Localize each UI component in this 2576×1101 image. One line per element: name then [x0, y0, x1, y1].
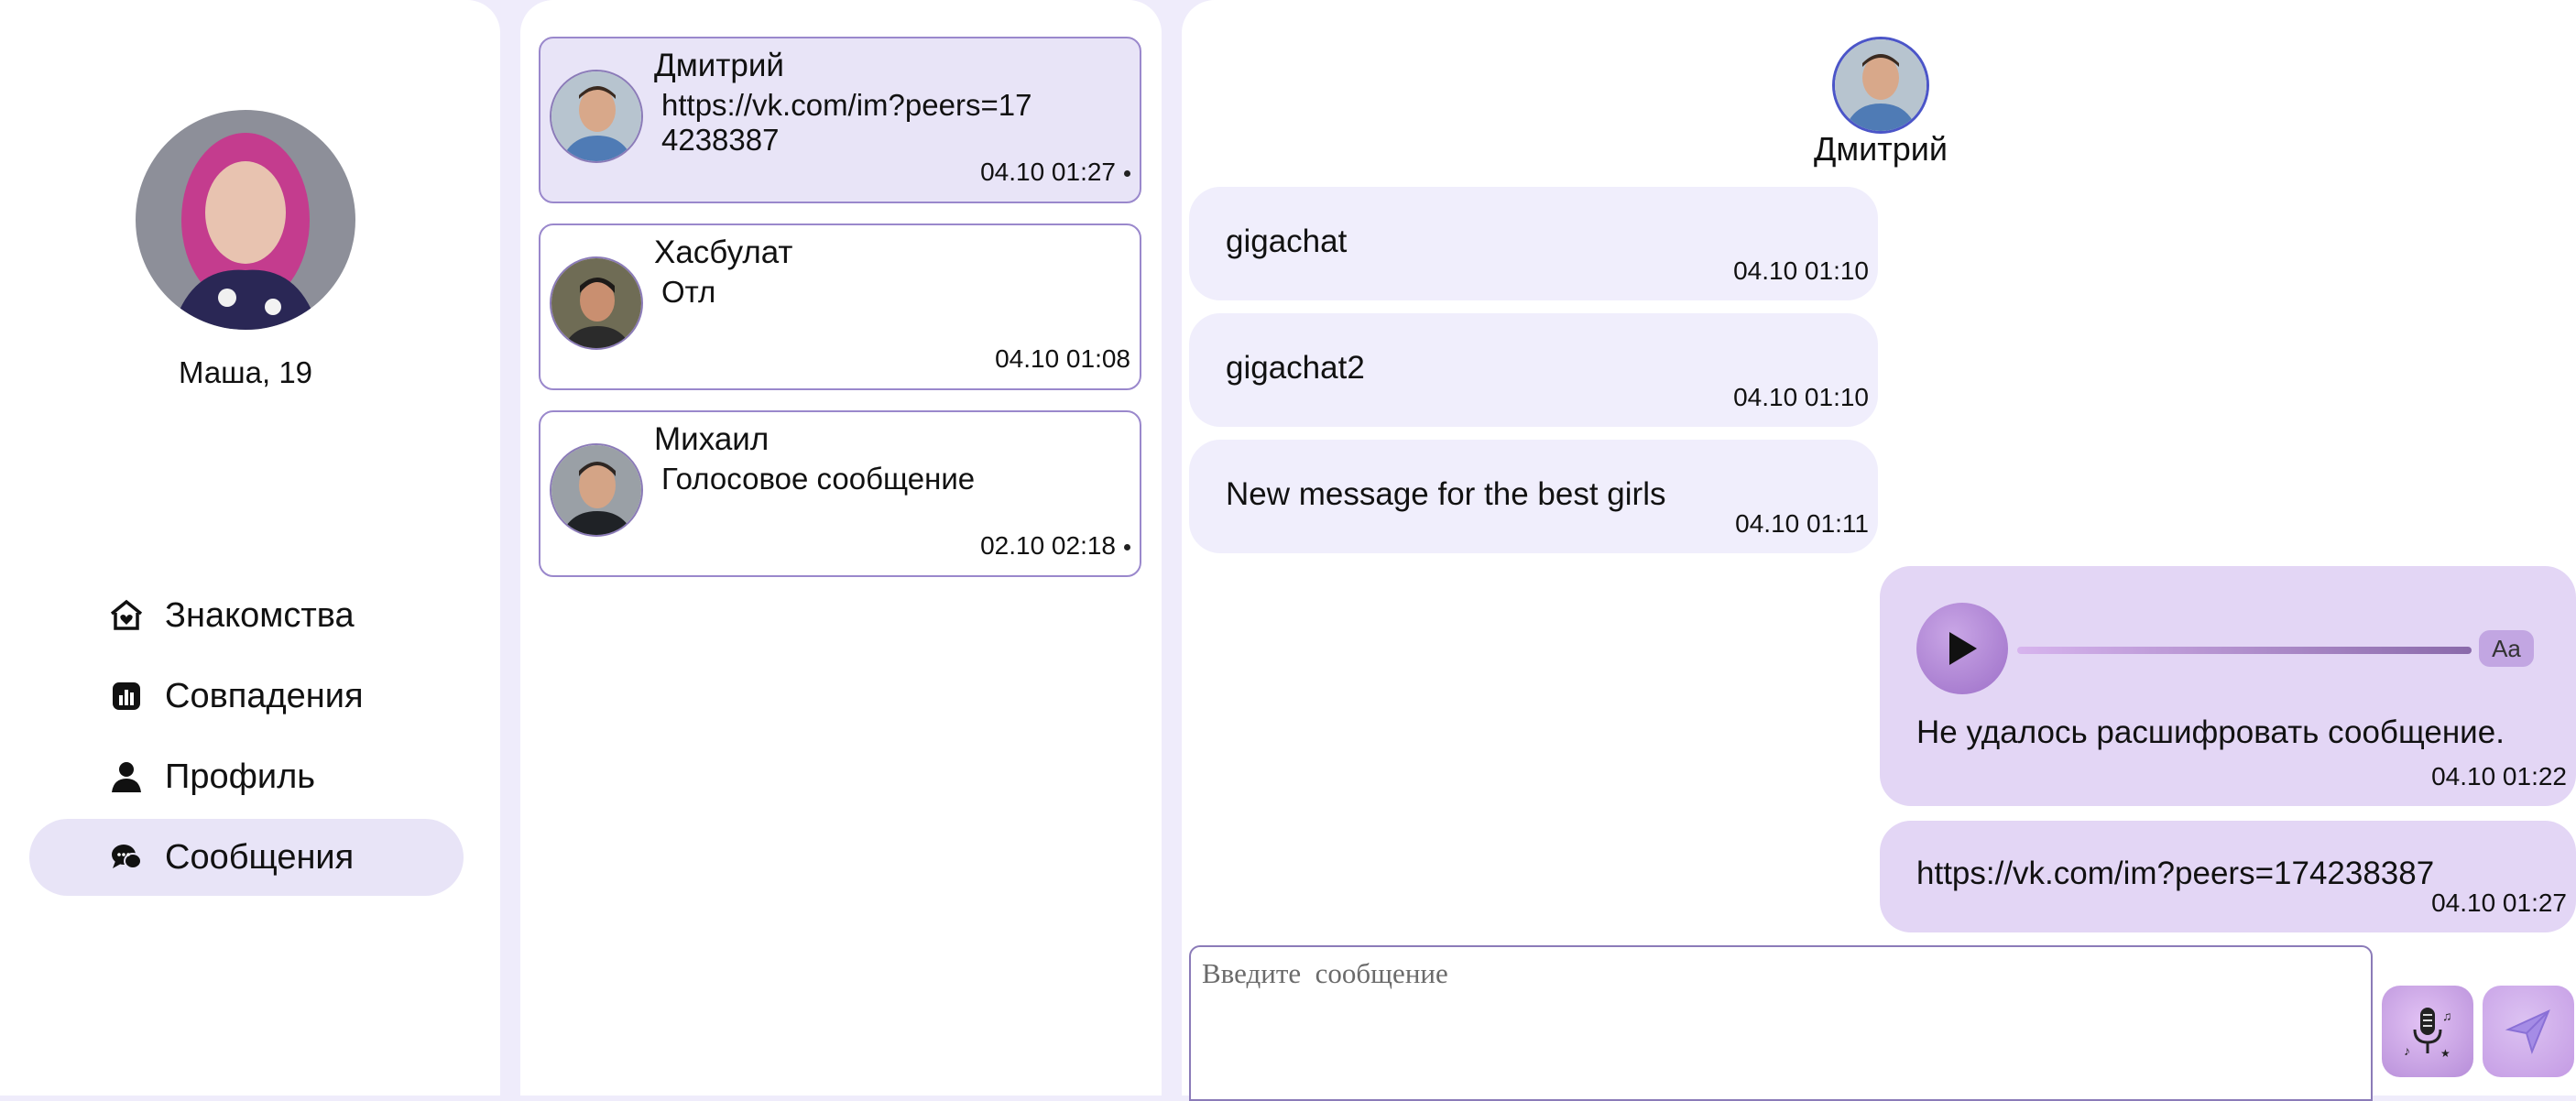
conversation-item[interactable]: Дмитрий https://vk.com/im?peers=17423838… — [539, 37, 1141, 203]
stats-icon — [113, 682, 140, 710]
conversation-name: Хасбулат — [654, 234, 793, 270]
conversation-item[interactable]: Михаил Голосовое сообщение 02.10 02:18 — [539, 410, 1141, 577]
send-icon — [2505, 1009, 2550, 1054]
conversation-item[interactable]: Хасбулат Отл 04.10 01:08 — [539, 223, 1141, 390]
profile-name: Маша, 19 — [178, 355, 313, 389]
message-text: gigachat2 — [1226, 350, 1365, 386]
chat-icon — [112, 845, 142, 869]
nav-item-messages[interactable]: Сообщения — [29, 819, 464, 896]
unread-indicator — [1124, 544, 1130, 550]
unread-indicator — [1124, 170, 1130, 177]
conversation-time: 04.10 01:27 — [980, 158, 1116, 186]
sidebar: Маша, 19 Знакомства Совпадения Профиль С… — [0, 0, 500, 1096]
message-composer — [1189, 945, 2373, 1101]
message-time: 04.10 01:10 — [1733, 383, 1869, 411]
message-time: 04.10 01:10 — [1733, 256, 1869, 285]
message-time: 04.10 01:27 — [2431, 888, 2567, 917]
nav-item-profile[interactable]: Профиль — [29, 738, 464, 815]
conversation-time: 02.10 02:18 — [980, 531, 1116, 560]
message-text: https://vk.com/im?peers=174238387 — [1916, 856, 2435, 891]
transcribe-button[interactable]: Aa — [2479, 630, 2534, 667]
conversation-time: 04.10 01:08 — [995, 344, 1130, 373]
main-nav: Знакомства Совпадения Профиль Сообщения — [29, 577, 464, 899]
conversation-preview: Отл — [661, 275, 716, 309]
message-incoming: gigachat2 04.10 01:10 — [1189, 313, 1878, 427]
message-time: 04.10 01:22 — [2431, 762, 2567, 790]
conversation-avatar — [550, 70, 643, 163]
svg-text:♪: ♪ — [2404, 1043, 2410, 1058]
conversation-avatar — [550, 256, 643, 350]
nav-label: Совпадения — [165, 676, 364, 715]
message-time: 04.10 01:11 — [1735, 509, 1869, 538]
peer-name: Дмитрий — [1814, 130, 1948, 168]
nav-item-dating[interactable]: Знакомства — [29, 577, 464, 654]
send-button[interactable] — [2483, 986, 2574, 1077]
user-icon — [112, 762, 141, 792]
peer-avatar[interactable] — [1832, 37, 1929, 134]
conversation-name: Михаил — [654, 421, 770, 457]
microphone-icon: ♪ ♫ ★ — [2404, 1008, 2452, 1060]
message-text: Не удалось расшифровать сообщение. — [1916, 714, 2505, 750]
svg-text:★: ★ — [2440, 1047, 2450, 1060]
conversation-list: Дмитрий https://vk.com/im?peers=17423838… — [520, 0, 1162, 1096]
profile-avatar[interactable] — [136, 110, 355, 330]
message-text: New message for the best girls — [1226, 476, 1666, 512]
home-heart-icon — [110, 599, 143, 630]
message-input[interactable] — [1200, 956, 2358, 991]
conversation-name: Дмитрий — [654, 48, 784, 83]
conversation-preview: Голосовое сообщение — [661, 462, 976, 496]
message-incoming: New message for the best girls 04.10 01:… — [1189, 440, 1878, 553]
message-incoming: gigachat 04.10 01:10 — [1189, 187, 1878, 300]
message-outgoing: https://vk.com/im?peers=174238387 04.10 … — [1880, 821, 2576, 932]
voice-record-button[interactable]: ♪ ♫ ★ — [2382, 986, 2473, 1077]
conversation-preview: https://vk.com/im?peers=174238387 — [661, 88, 1032, 157]
message-text: gigachat — [1226, 223, 1348, 259]
nav-label: Профиль — [165, 757, 316, 796]
message-voice-outgoing: Aa Не удалось расшифровать сообщение. 04… — [1880, 566, 2576, 806]
conversation-avatar — [550, 443, 643, 537]
svg-text:♫: ♫ — [2442, 1008, 2452, 1023]
play-button[interactable] — [1916, 603, 2008, 694]
voice-progress-bar[interactable] — [2017, 647, 2472, 654]
nav-label: Сообщения — [165, 837, 355, 877]
chat-window: Дмитрий gigachat 04.10 01:10 gigachat2 0… — [1182, 0, 2576, 1101]
nav-label: Знакомства — [165, 595, 355, 635]
nav-item-matches[interactable]: Совпадения — [29, 658, 464, 735]
play-icon — [1949, 632, 1977, 665]
